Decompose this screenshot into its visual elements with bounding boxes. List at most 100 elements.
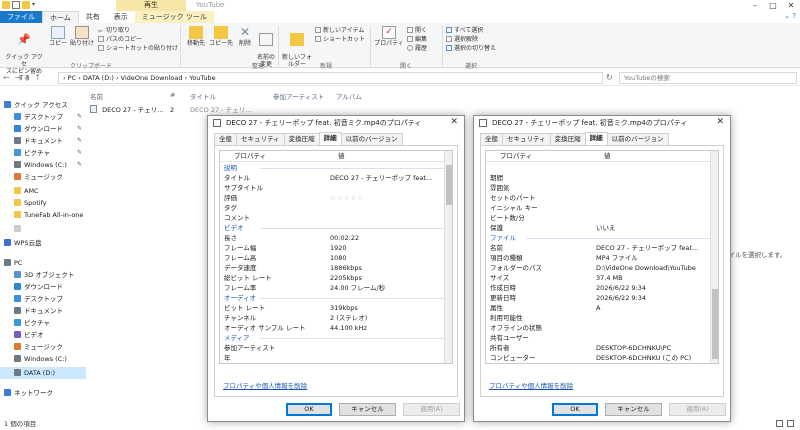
property-row[interactable]: 期間	[486, 173, 718, 183]
property-row[interactable]: チャンネル 2 (ステレオ)	[220, 313, 452, 323]
remove-properties-link[interactable]: プロパティや個人情報を削除	[223, 380, 307, 390]
header-property[interactable]: プロパティ	[234, 151, 266, 162]
nav-item[interactable]: ドキュメント ✎	[0, 135, 86, 147]
property-row[interactable]: 共有ユーザー	[486, 333, 718, 343]
apply-button[interactable]: 適用(A)	[403, 403, 460, 416]
properties-list[interactable]: プロパティ 値 説明 タイトル DECO 27 - チェリーポップ feat... サ…	[219, 150, 453, 364]
apply-button[interactable]: 適用(A)	[669, 403, 726, 416]
select-all-button[interactable]: すべて選択	[446, 27, 483, 34]
nav-item[interactable]: WPS云盘	[0, 237, 86, 249]
property-row[interactable]: タグ	[220, 203, 452, 213]
nav-item[interactable]	[0, 223, 86, 235]
property-row[interactable]: データ速度 1886kbps	[220, 263, 452, 273]
search-input[interactable]: YouTubeの検索	[619, 72, 797, 84]
tab-music-tools[interactable]: ミュージック ツール	[134, 11, 214, 23]
move-to-button[interactable]: 移動先	[185, 26, 207, 47]
tab-general[interactable]: 全般	[480, 133, 503, 145]
properties-button[interactable]: ✓ プロパティ	[374, 26, 404, 47]
easy-access-button[interactable]: ショートカット	[315, 36, 365, 43]
new-item-button[interactable]: 新しいアイテム	[315, 27, 364, 34]
refresh-icon[interactable]: ↻	[606, 73, 613, 82]
vertical-scrollbar[interactable]	[444, 151, 452, 363]
property-row[interactable]: セットのパート	[486, 193, 718, 203]
nav-item[interactable]: ミュージック	[0, 341, 86, 353]
edit-button[interactable]: 編集	[407, 36, 427, 43]
folder-icon[interactable]	[22, 1, 30, 9]
tab-security[interactable]: セキュリティ	[236, 133, 285, 145]
property-row[interactable]: 作成日時 2026/6/22 9:34	[486, 283, 718, 293]
remove-properties-link[interactable]: プロパティや個人情報を削除	[489, 380, 573, 390]
new-folder-button[interactable]: 新しいフォ ルダー	[282, 26, 312, 68]
nav-item[interactable]: ピクチャ ✎	[0, 147, 86, 159]
nav-item[interactable]: Windows (C:)	[0, 353, 86, 365]
nav-item[interactable]: デスクトップ	[0, 293, 86, 305]
checkbox-icon[interactable]	[12, 1, 20, 9]
section-header[interactable]: ビデオ	[220, 223, 452, 233]
nav-item[interactable]: DATA (D:)	[0, 367, 86, 379]
property-row[interactable]: フレーム率 24.00 フレーム/秒	[220, 283, 452, 293]
paste-shortcut-button[interactable]: ショートカットの貼り付け	[98, 45, 178, 52]
invert-selection-button[interactable]: 選択の切り替え	[446, 45, 496, 52]
nav-item[interactable]: デスクトップ ✎	[0, 111, 86, 123]
ribbon-help[interactable]: ⌄ ?	[784, 12, 796, 20]
ok-button[interactable]: OK	[552, 403, 598, 416]
address-bar[interactable]: › PC › DATA (D:) › VideOne Download › Yo…	[58, 72, 603, 84]
property-row[interactable]: サブタイトル	[220, 183, 452, 193]
nav-item[interactable]: クイック アクセス	[0, 99, 86, 111]
column-title[interactable]: タイトル	[190, 91, 216, 101]
property-row[interactable]: 保護 いいえ	[486, 223, 718, 233]
property-row[interactable]: 利用可能性	[486, 313, 718, 323]
up-arrow-icon[interactable]: ↑	[34, 73, 41, 83]
nav-item[interactable]: ダウンロード	[0, 281, 86, 293]
property-row[interactable]: 更新日時 2026/6/22 9:34	[486, 293, 718, 303]
column-artist[interactable]: 参加アーティスト	[273, 91, 324, 101]
property-row[interactable]: コメント	[220, 213, 452, 223]
nav-item[interactable]: ビデオ	[0, 329, 86, 341]
nav-item[interactable]: ドキュメント	[0, 305, 86, 317]
section-header[interactable]: メディア	[220, 333, 452, 343]
copy-button[interactable]: コピー	[48, 26, 68, 47]
ok-button[interactable]: OK	[286, 403, 332, 416]
property-row[interactable]: オフラインの状態	[486, 323, 718, 333]
tab-previous-versions[interactable]: 以前のバージョン	[606, 133, 669, 145]
tab-general[interactable]: 全般	[214, 133, 237, 145]
nav-item[interactable]: Spotify	[0, 197, 86, 209]
column-number[interactable]: #	[170, 91, 175, 99]
section-header[interactable]: オーディオ	[220, 293, 452, 303]
file-row[interactable]: DECO 27 - チェリ... 2 DECO 27 - チェリ...	[90, 104, 251, 116]
recent-chevron-icon[interactable]: ▾	[26, 73, 29, 83]
nav-item[interactable]: ピクチャ	[0, 317, 86, 329]
property-row[interactable]: 属性 A	[486, 303, 718, 313]
column-album[interactable]: アルバム	[336, 91, 362, 101]
delete-button[interactable]: ✕ 削除	[236, 26, 254, 48]
header-value[interactable]: 値	[338, 151, 345, 162]
tab-compression[interactable]: 変換圧縮	[549, 133, 586, 145]
back-arrow-icon[interactable]: ←	[3, 73, 10, 83]
tab-details[interactable]: 詳細	[318, 132, 342, 145]
property-row[interactable]: 参加アーティスト	[220, 343, 452, 353]
property-row[interactable]: フレーム幅 1920	[220, 243, 452, 253]
property-row[interactable]: フレーム高 1080	[220, 253, 452, 263]
property-row[interactable]: オーディオ サンプル レート 44.100 kHz	[220, 323, 452, 333]
property-row[interactable]: 長さ 00:02:22	[220, 233, 452, 243]
close-icon[interactable]: ✕	[782, 0, 800, 11]
minimize-icon[interactable]: –	[746, 0, 764, 11]
vertical-scrollbar[interactable]	[710, 151, 718, 363]
nav-item[interactable]: 3D オブジェクト	[0, 269, 86, 281]
property-row[interactable]: 雰囲気	[486, 183, 718, 193]
tab-view[interactable]: 表示	[107, 11, 135, 23]
tab-details[interactable]: 詳細	[584, 132, 608, 145]
details-view-icon[interactable]	[776, 420, 783, 427]
cancel-button[interactable]: キャンセル	[339, 403, 396, 416]
nav-item[interactable]: ダウンロード ✎	[0, 123, 86, 135]
property-row[interactable]: ビット レート 319kbps	[220, 303, 452, 313]
tab-previous-versions[interactable]: 以前のバージョン	[340, 133, 403, 145]
property-row[interactable]: 年	[220, 353, 452, 363]
scrollbar-thumb[interactable]	[446, 165, 452, 205]
nav-item[interactable]: ネットワーク	[0, 387, 86, 399]
open-button[interactable]: 開く	[407, 27, 427, 34]
nav-item[interactable]: TuneFab All-in-one M	[0, 209, 86, 221]
header-property[interactable]: プロパティ	[500, 151, 532, 162]
nav-item[interactable]: PC	[0, 257, 86, 269]
property-row[interactable]: コンピューター DESKTOP-6DCHNKU (この PC)	[486, 353, 718, 363]
